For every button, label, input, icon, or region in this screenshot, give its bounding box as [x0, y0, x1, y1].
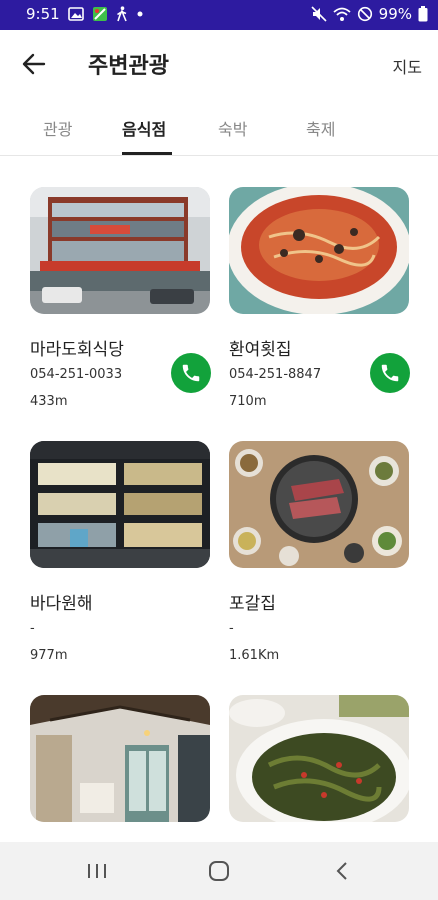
- place-distance: 977m: [30, 648, 68, 663]
- status-right: 99%: [311, 5, 428, 23]
- dot-icon: [136, 10, 144, 18]
- recent-apps-icon: [88, 864, 106, 878]
- call-button[interactable]: [171, 353, 211, 393]
- battery-icon: [418, 6, 428, 22]
- status-time: 9:51: [26, 5, 60, 23]
- back-icon: [336, 862, 347, 880]
- building-at-night-photo: [30, 441, 210, 568]
- spicy-noodle-soup-photo: [229, 187, 409, 314]
- place-name: 환여횟집: [229, 340, 292, 360]
- page-title: 주변관광: [88, 54, 169, 79]
- battery-percent: 99%: [378, 5, 412, 23]
- call-button[interactable]: [370, 353, 410, 393]
- home-icon: [209, 861, 229, 881]
- recent-apps-button[interactable]: [82, 857, 112, 885]
- app-header: 주변관광 지도: [0, 30, 438, 96]
- place-phone: -: [30, 621, 35, 636]
- status-left: 9:51: [26, 5, 144, 23]
- back-button[interactable]: [18, 49, 50, 79]
- place-name: 바다원해: [30, 594, 93, 614]
- phone-icon: [182, 364, 200, 382]
- home-button[interactable]: [204, 857, 234, 885]
- place-distance: 1.61Km: [229, 648, 280, 663]
- phone-icon: [381, 364, 399, 382]
- place-distance: 433m: [30, 394, 68, 409]
- place-name: 마라도회식당: [30, 340, 124, 360]
- category-tabs: 관광 음식점 숙박 축제: [0, 96, 438, 156]
- tab-lodging[interactable]: 숙박: [218, 116, 247, 140]
- system-nav-bar: [0, 842, 438, 900]
- place-phone: 054-251-8847: [229, 367, 322, 382]
- cafe-interior-photo: [30, 695, 210, 822]
- app-icon: [92, 6, 108, 22]
- place-phone: -: [229, 621, 234, 636]
- tab-festivals[interactable]: 축제: [306, 116, 335, 140]
- restaurant-building-photo: [30, 187, 210, 314]
- place-name: 포갈집: [229, 594, 276, 614]
- map-button[interactable]: 지도: [393, 54, 422, 78]
- status-bar: 9:51 99%: [0, 0, 438, 30]
- do-not-disturb-icon: [357, 6, 373, 22]
- tab-restaurants[interactable]: 음식점: [122, 116, 166, 140]
- system-back-button[interactable]: [327, 857, 357, 885]
- mute-icon: [311, 6, 327, 22]
- wifi-icon: [333, 7, 351, 22]
- back-arrow-icon: [22, 53, 46, 75]
- gallery-icon: [67, 7, 84, 21]
- korean-bbq-photo: [229, 441, 409, 568]
- place-distance: 710m: [229, 394, 267, 409]
- tab-tourism[interactable]: 관광: [43, 116, 72, 140]
- walking-icon: [116, 6, 128, 22]
- active-tab-indicator: [122, 152, 172, 155]
- place-phone: 054-251-0033: [30, 367, 123, 382]
- seaweed-dish-photo: [229, 695, 409, 822]
